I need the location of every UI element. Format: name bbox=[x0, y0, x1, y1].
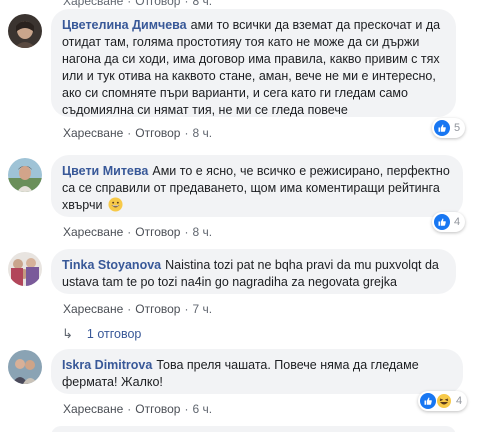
comment-author[interactable]: Цветелина Димчева bbox=[62, 18, 187, 32]
like-link[interactable]: Харесване bbox=[63, 126, 123, 140]
comment-bubble: Цветелина Димчева ами то всички да вземат… bbox=[51, 9, 456, 117]
timestamp[interactable]: 8 ч. bbox=[192, 225, 212, 239]
like-link[interactable]: Харесване bbox=[63, 0, 123, 8]
like-link[interactable]: Харесване bbox=[63, 402, 123, 416]
reply-link[interactable]: Отговор bbox=[135, 0, 180, 8]
timestamp[interactable]: 8 ч. bbox=[192, 0, 212, 8]
comment-text: ами то всички да вземат да прескочат и д… bbox=[62, 18, 441, 117]
like-icon bbox=[420, 393, 436, 409]
view-replies-link[interactable]: ↳ 1 отговор bbox=[62, 326, 141, 342]
haha-icon bbox=[436, 393, 452, 409]
avatar[interactable] bbox=[8, 14, 42, 48]
comment-bubble: Iskra Dimitrova Това преля чашата. Повече… bbox=[51, 349, 463, 394]
comment-author[interactable]: Цвети Митева bbox=[62, 164, 148, 178]
comment-bubble: Tinka Stoyanova Naistina tozi pat ne bqha… bbox=[51, 249, 456, 294]
reply-link[interactable]: Отговор bbox=[135, 402, 180, 416]
reaction-number: 4 bbox=[454, 216, 461, 228]
reply-link[interactable]: Отговор bbox=[135, 225, 180, 239]
avatar[interactable] bbox=[8, 158, 42, 192]
timestamp[interactable]: 6 ч. bbox=[192, 402, 212, 416]
reply-link[interactable]: Отговор bbox=[135, 302, 180, 316]
comment-actions: Харесване · Отговор · 8 ч. bbox=[63, 126, 213, 140]
comment-bubble: Цвети Митева Ами то е ясно, че всичко е р… bbox=[51, 155, 463, 217]
avatar[interactable] bbox=[8, 252, 42, 286]
reaction-number: 5 bbox=[454, 122, 461, 134]
reaction-number: 4 bbox=[456, 395, 463, 407]
avatar[interactable] bbox=[8, 350, 42, 384]
comment-author[interactable]: Tinka Stoyanova bbox=[62, 258, 161, 272]
like-icon bbox=[434, 120, 450, 136]
comment-actions: Харесване · Отговор · 7 ч. bbox=[63, 302, 213, 316]
top-comment-actions: Харесване · Отговор · 8 ч. bbox=[63, 0, 212, 8]
comment-bubble-partial bbox=[51, 426, 456, 432]
grinning-emoji-icon bbox=[108, 197, 123, 212]
like-icon bbox=[434, 214, 450, 230]
like-link[interactable]: Харесване bbox=[63, 302, 123, 316]
replies-count: 1 отговор bbox=[86, 327, 142, 341]
reply-link[interactable]: Отговор bbox=[135, 126, 180, 140]
reaction-count[interactable]: 4 bbox=[432, 212, 466, 232]
comment-author[interactable]: Iskra Dimitrova bbox=[62, 358, 152, 372]
timestamp[interactable]: 7 ч. bbox=[192, 302, 212, 316]
timestamp[interactable]: 8 ч. bbox=[192, 126, 212, 140]
reaction-count[interactable]: 4 bbox=[418, 391, 468, 411]
comment-actions: Харесване · Отговор · 6 ч. bbox=[63, 402, 213, 416]
reaction-count[interactable]: 5 bbox=[432, 118, 466, 138]
comment-actions: Харесване · Отговор · 8 ч. bbox=[63, 225, 213, 239]
reply-arrow-icon: ↳ bbox=[62, 326, 73, 341]
like-link[interactable]: Харесване bbox=[63, 225, 123, 239]
